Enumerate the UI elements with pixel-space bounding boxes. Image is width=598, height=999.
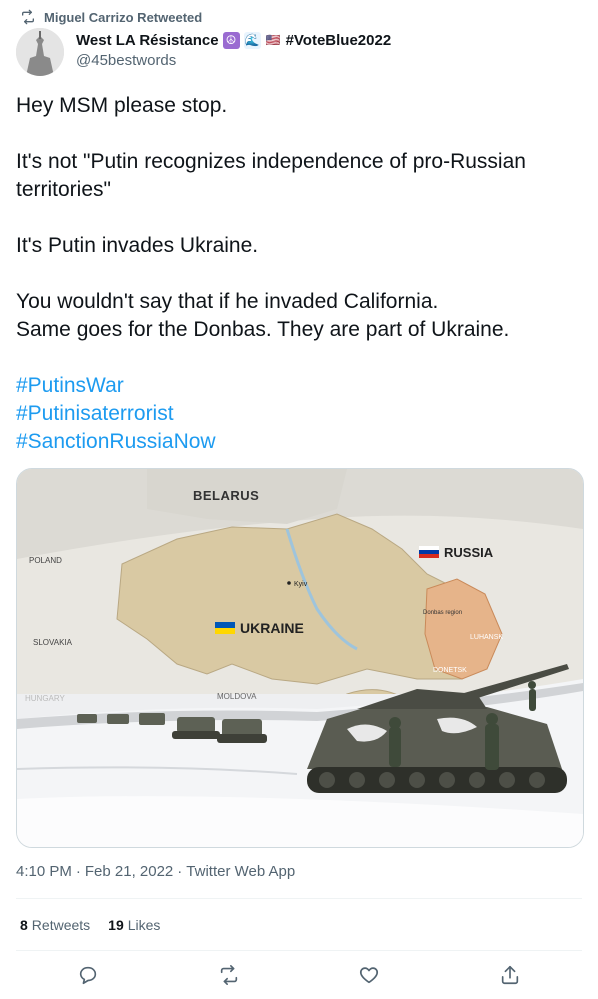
map-label-hungary: HUNGARY [25,694,66,703]
author-handle[interactable]: @45bestwords [76,52,391,69]
retweet-icon [220,965,238,985]
us-flag-emoji: 🇺🇸 [265,33,281,47]
map-label-ukraine: UKRAINE [240,620,304,636]
likes-count: 19 [108,917,124,933]
reply-button[interactable] [77,964,99,986]
map-label-donetsk: DONETSK [433,667,467,674]
tweet-line: Same goes for the Donbas. They are part … [16,318,510,341]
likes-label: Likes [127,917,161,933]
map-label-donbas: Donbas region [423,610,462,616]
retweet-header[interactable]: Miguel Carrizo Retweeted [20,9,202,25]
map-label-moldova: MOLDOVA [217,692,257,701]
likes-stat[interactable]: 19 Likes [108,917,160,933]
tweet-text: Hey MSM please stop. It's not "Putin rec… [16,92,586,456]
tweet-line: You wouldn't say that if he invaded Cali… [16,290,439,313]
retweets-stat[interactable]: 8 Retweets [20,917,90,933]
hashtag-link[interactable]: #Putinisaterrorist [16,402,174,425]
retweets-label: Retweets [31,917,91,933]
tweet-line: It's not "Putin recognizes independence … [16,150,526,201]
avatar[interactable] [16,28,64,76]
divider [16,950,582,951]
tweet-line: It's Putin invades Ukraine. [16,234,259,257]
tweet-time[interactable]: 4:10 PM [16,863,72,880]
retweet-header-text: Miguel Carrizo Retweeted [44,9,203,25]
meta-separator: · [75,863,81,880]
retweet-button[interactable] [218,964,240,986]
hashtag-link[interactable]: #SanctionRussiaNow [16,430,216,453]
map-label-luhansk: LUHANSK [470,634,503,641]
divider [16,898,582,899]
retweets-count: 8 [20,917,28,933]
author-name[interactable]: West LA Résistance [76,32,219,49]
like-button[interactable] [358,964,380,986]
reply-icon [79,966,97,985]
map-label-kyiv: Kyiv [294,581,308,588]
author-block: West LA Résistance ☮ 🌊 🇺🇸 #VoteBlue2022 … [76,32,391,69]
peace-emoji: ☮ [222,32,240,49]
map-label-slovakia: SLOVAKIA [33,638,73,647]
author-name-suffix: #VoteBlue2022 [285,32,392,49]
tweet-meta: 4:10 PM · Feb 21, 2022 · Twitter Web App [16,863,295,880]
meta-separator: · [177,863,183,880]
tweet-source-app[interactable]: Twitter Web App [186,863,295,880]
map-label-russia: RUSSIA [444,545,494,560]
tweet-action-bar [0,960,598,992]
hashtag-link[interactable]: #PutinsWar [16,374,124,397]
heart-icon [359,967,379,984]
tweet-date[interactable]: Feb 21, 2022 [85,863,173,880]
share-icon [501,965,519,985]
retweet-icon [22,9,34,25]
tweet-stats: 8 Retweets 19 Likes [20,917,160,933]
share-button[interactable] [499,964,521,986]
map-label-belarus: BELARUS [193,488,259,503]
tweet-line: Hey MSM please stop. [16,94,228,117]
tweet-media-image[interactable]: BELARUS RUSSIA POLAND Kyiv UKRAINE SLOVA… [16,468,584,848]
wave-emoji: 🌊 [243,32,261,49]
map-label-poland: POLAND [29,556,62,565]
